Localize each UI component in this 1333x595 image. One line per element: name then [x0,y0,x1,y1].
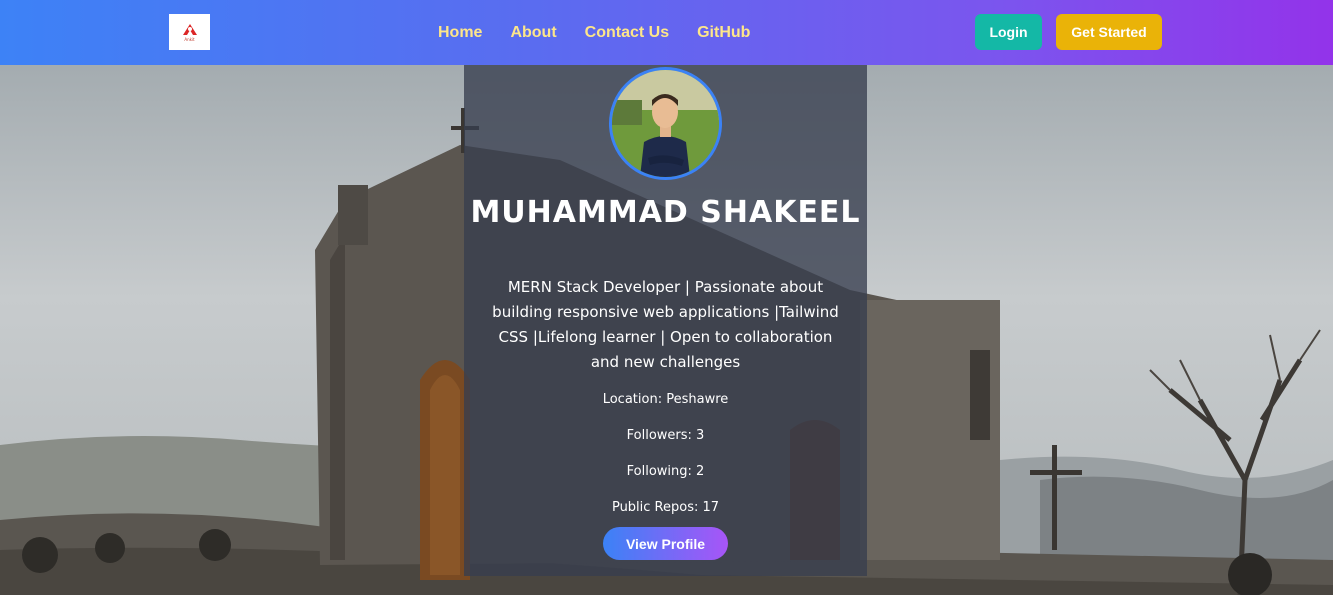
get-started-button[interactable]: Get Started [1056,14,1162,50]
nav-link-home[interactable]: Home [438,22,482,44]
top-navbar: Ankit Home About Contact Us GitHub Login… [0,0,1333,65]
profile-name: MUHAMMAD SHAKEEL [470,195,861,230]
brand-logo[interactable]: Ankit [169,14,210,50]
profile-following: Following: 2 [626,464,705,479]
profile-location: Location: Peshawre [602,392,729,407]
profile-avatar [609,67,722,180]
profile-bio: MERN Stack Developer | Passionate about … [492,278,839,371]
brand-logo-icon [182,23,197,35]
avatar-photo [612,70,719,177]
nav-link-about[interactable]: About [510,22,556,44]
login-button[interactable]: Login [975,14,1042,50]
nav-link-contact-us[interactable]: Contact Us [585,22,669,44]
brand-logo-text: Ankit [184,36,195,42]
nav-link-github[interactable]: GitHub [697,22,750,44]
nav-links: Home About Contact Us GitHub [438,22,778,44]
profile-followers: Followers: 3 [626,428,705,443]
profile-card: MUHAMMAD SHAKEEL MERN Stack Developer | … [464,65,867,576]
profile-public-repos: Public Repos: 17 [611,500,720,515]
view-profile-button[interactable]: View Profile [603,527,728,560]
